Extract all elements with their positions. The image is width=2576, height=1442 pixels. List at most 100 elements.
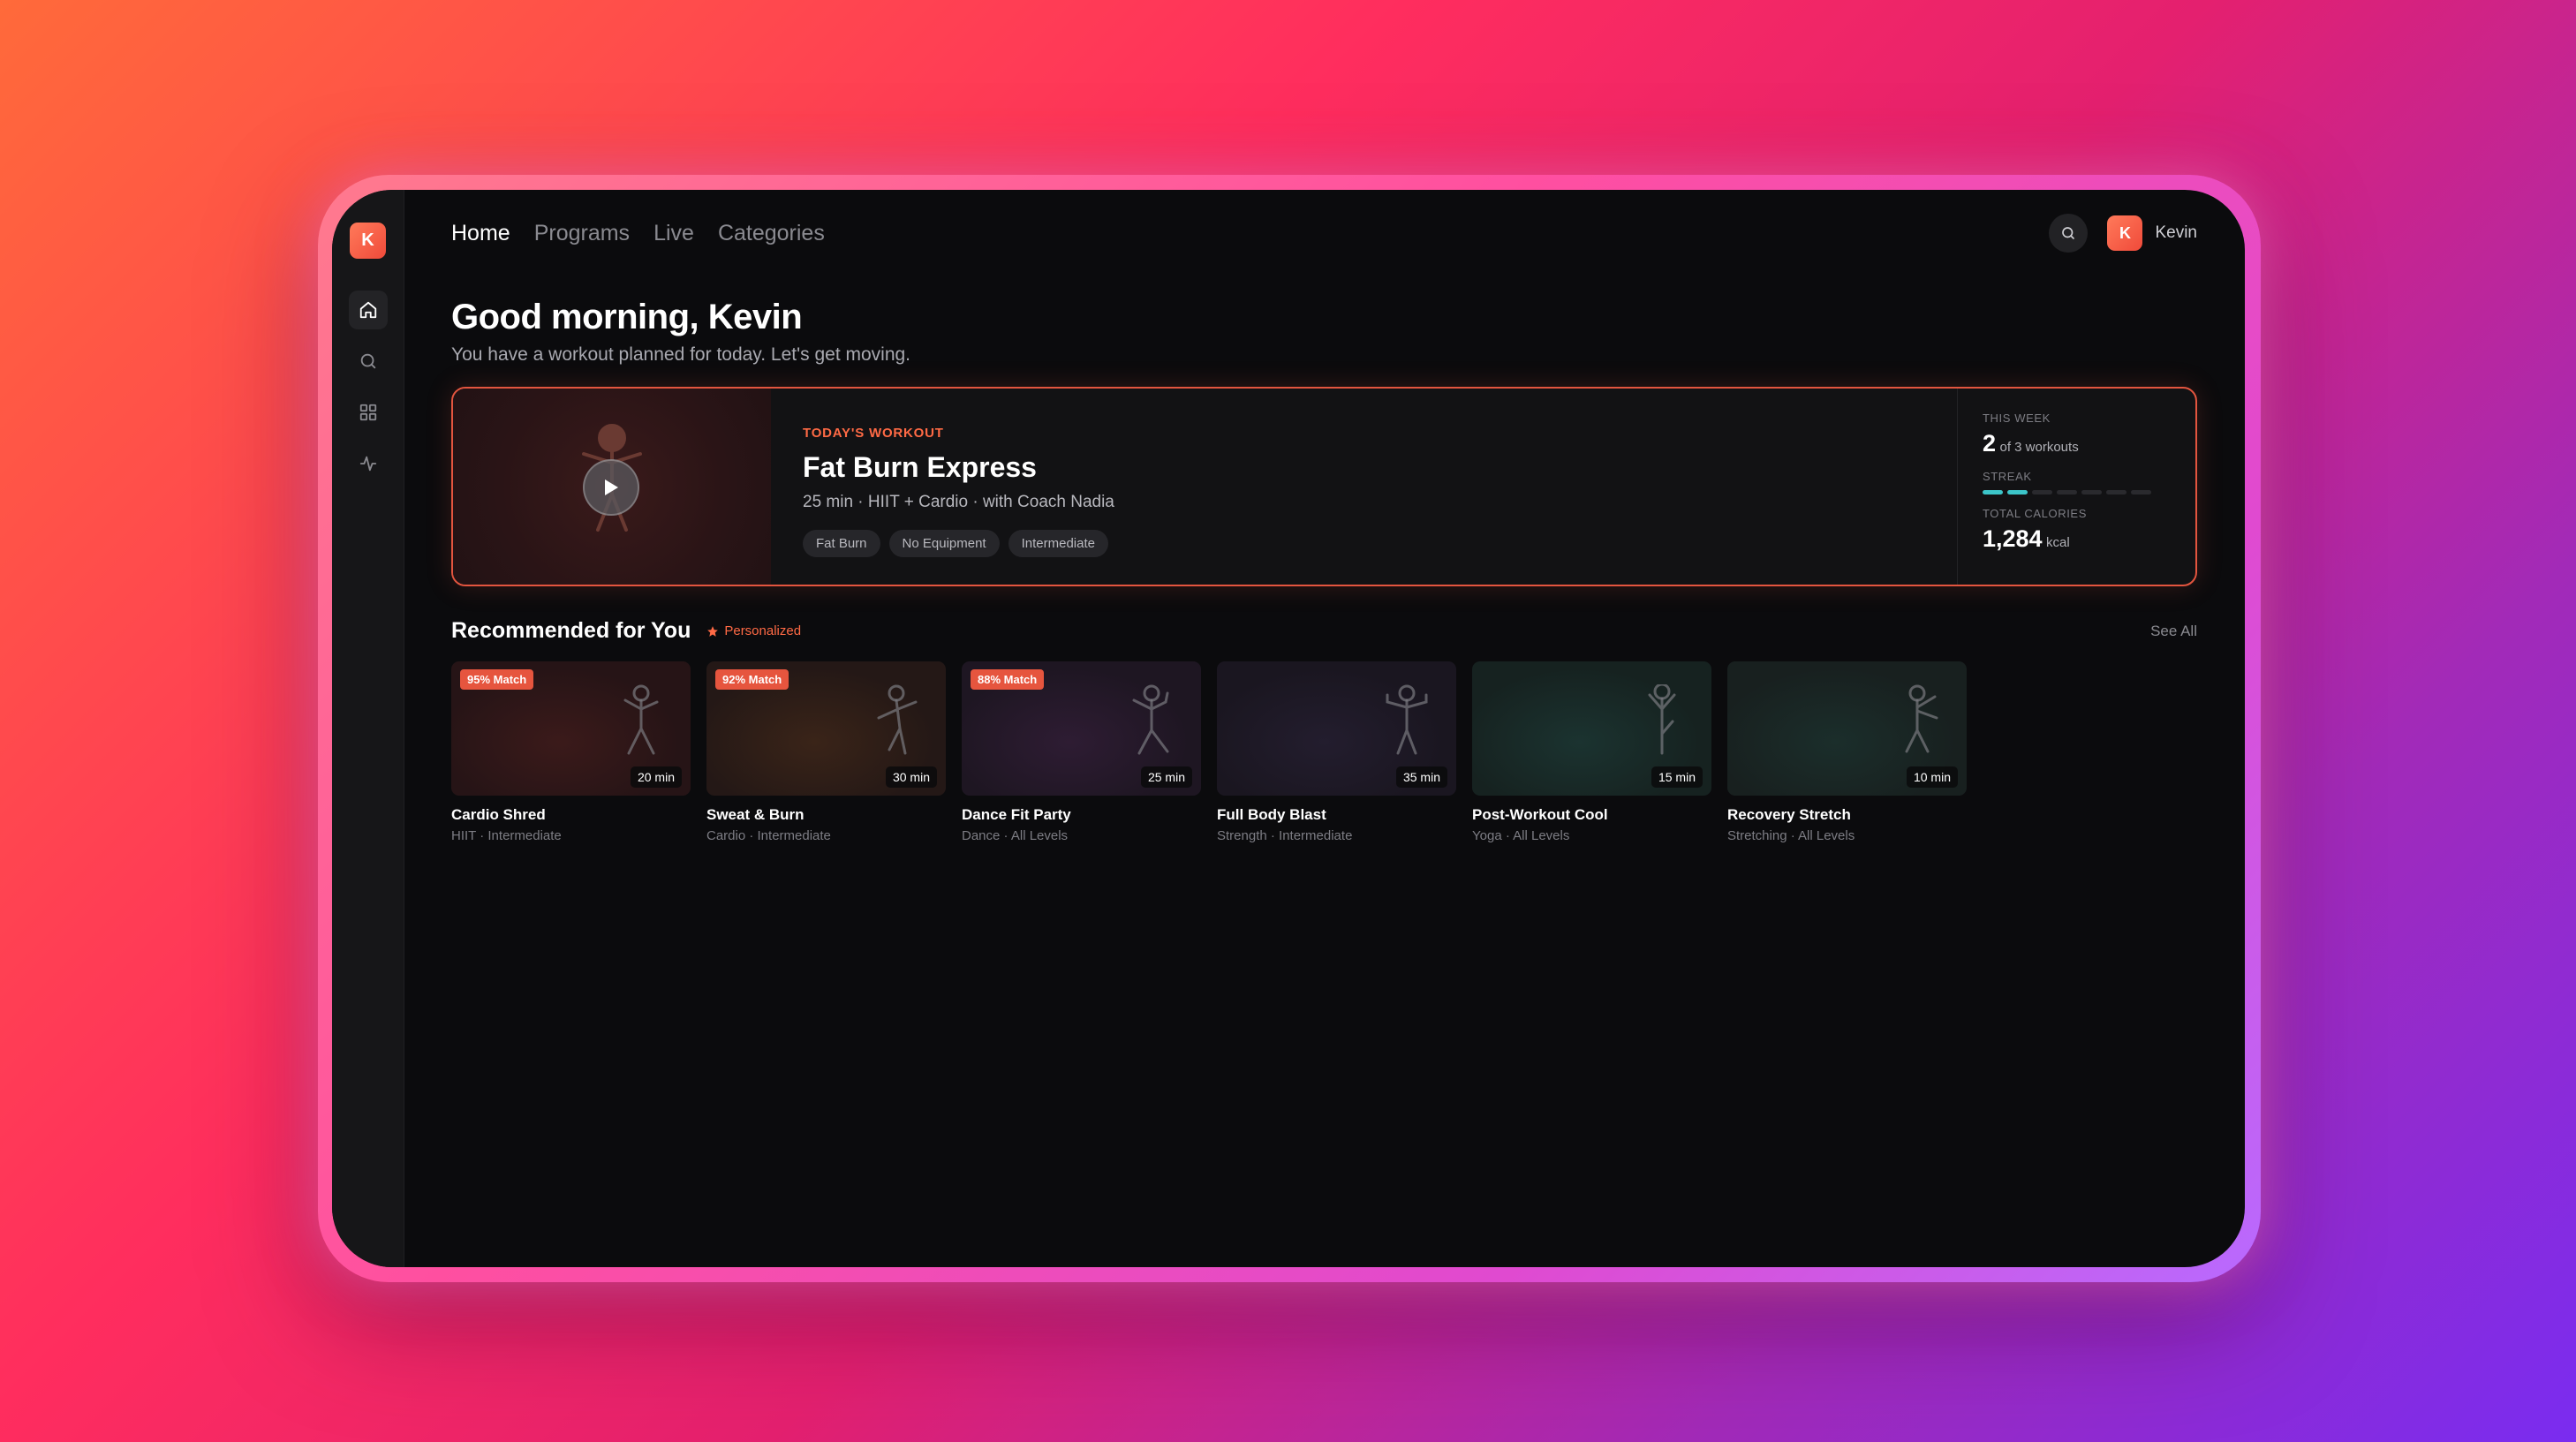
- athlete-figure-icon: [1905, 684, 1938, 753]
- match-badge: 88% Match: [971, 669, 1045, 690]
- user-name: Kevin: [2155, 223, 2197, 242]
- workout-card[interactable]: 15 min Post-Workout Cool Yoga · All Leve…: [1472, 661, 1711, 843]
- card-title: Full Body Blast: [1217, 806, 1326, 823]
- athlete-figure-icon: [1386, 684, 1428, 755]
- sidebar-item-search[interactable]: [349, 342, 388, 381]
- streak-day: [2131, 490, 2151, 495]
- match-badge: 92% Match: [715, 669, 789, 690]
- workout-info: TODAY'S WORKOUT Fat Burn Express 25 min …: [771, 389, 1957, 585]
- search-button[interactable]: [2049, 214, 2089, 253]
- greeting: Good morning, Kevin You have a workout p…: [451, 298, 2197, 366]
- star-icon: [707, 625, 719, 637]
- streak-day: [2007, 490, 2028, 495]
- card-thumbnail: 92% Match 30 min: [706, 661, 946, 796]
- weekly-stats: THIS WEEK 2 of 3 workouts STREAK TOTAL C…: [1957, 389, 2195, 585]
- tab-home[interactable]: Home: [451, 221, 510, 246]
- calories-unit: kcal: [2046, 535, 2070, 550]
- recommended-header: Recommended for You Personalized See All: [451, 618, 2197, 644]
- card-thumbnail: 95% Match 20 min: [451, 661, 691, 796]
- page-title: Good morning, Kevin: [451, 298, 803, 336]
- app-logo[interactable]: K: [350, 223, 386, 259]
- streak-day: [1983, 490, 2003, 495]
- card-title: Cardio Shred: [451, 806, 546, 823]
- duration-badge: 10 min: [1906, 766, 1958, 788]
- card-subtitle: Yoga · All Levels: [1472, 828, 1570, 843]
- sidebar-item-activity[interactable]: [349, 444, 388, 483]
- streak-day: [2081, 490, 2102, 495]
- main-content: Home Programs Live Categories K Kevin Go…: [404, 190, 2245, 1267]
- main-nav: Home Programs Live Categories: [451, 221, 825, 246]
- workout-card[interactable]: 95% Match 20 min Cardio Shred HIIT · Int…: [451, 661, 691, 843]
- personalized-badge: Personalized: [706, 623, 801, 638]
- card-title: Sweat & Burn: [706, 806, 805, 823]
- card-thumbnail: 35 min: [1217, 661, 1456, 796]
- app-window: K Home Programs Live Categories K Kevin …: [332, 190, 2245, 1267]
- sidebar-item-home[interactable]: [348, 291, 388, 329]
- card-title: Dance Fit Party: [962, 806, 1071, 823]
- sidebar: K: [332, 190, 404, 1267]
- tab-live[interactable]: Live: [653, 221, 694, 246]
- streak-day: [2106, 490, 2127, 495]
- streak-day: [2057, 490, 2077, 495]
- top-bar: Home Programs Live Categories K Kevin: [451, 190, 2197, 269]
- athlete-figure-icon: [1648, 684, 1676, 755]
- workout-card[interactable]: 92% Match 30 min Sweat & Burn Cardio · I…: [706, 661, 946, 843]
- card-thumbnail: 88% Match 25 min: [962, 661, 1201, 796]
- card-thumbnail: 15 min: [1472, 661, 1711, 796]
- card-subtitle: Stretching · All Levels: [1727, 828, 1855, 843]
- user-menu[interactable]: K Kevin: [2107, 215, 2197, 251]
- grid-icon: [359, 404, 376, 421]
- athlete-figure-icon: [623, 684, 659, 755]
- card-subtitle: Strength · Intermediate: [1217, 828, 1353, 843]
- page-subtitle: You have a workout planned for today. Le…: [451, 344, 911, 365]
- activity-icon: [359, 456, 376, 472]
- workout-tags: Fat Burn No Equipment Intermediate: [803, 530, 1925, 557]
- card-thumbnail: 10 min: [1727, 661, 1967, 796]
- week-count: 2: [1983, 430, 1997, 457]
- duration-badge: 20 min: [630, 766, 682, 788]
- personalized-label: Personalized: [724, 623, 802, 638]
- duration-badge: 30 min: [885, 766, 937, 788]
- workout-title: Fat Burn Express: [803, 451, 1037, 483]
- athlete-figure-icon: [877, 684, 918, 755]
- workout-label: TODAY'S WORKOUT: [803, 426, 944, 441]
- calories-label: TOTAL CALORIES: [1983, 507, 2087, 520]
- todays-workout-card[interactable]: TODAY'S WORKOUT Fat Burn Express 25 min …: [451, 387, 2197, 586]
- workout-card[interactable]: 88% Match 25 min Dance Fit Party Dance ·…: [962, 661, 1201, 843]
- workout-thumbnail: [453, 389, 771, 585]
- workout-card[interactable]: 35 min Full Body Blast Strength · Interm…: [1217, 661, 1456, 843]
- streak-bar: [1983, 490, 2171, 495]
- workout-card[interactable]: 10 min Recovery Stretch Stretching · All…: [1727, 661, 1967, 843]
- tab-categories[interactable]: Categories: [718, 221, 825, 246]
- card-subtitle: Cardio · Intermediate: [706, 828, 831, 843]
- tag-chip[interactable]: Fat Burn: [803, 530, 880, 557]
- duration-badge: 15 min: [1651, 766, 1703, 788]
- tag-chip[interactable]: No Equipment: [888, 530, 1000, 557]
- sidebar-item-browse[interactable]: [349, 393, 388, 432]
- card-title: Post-Workout Cool: [1472, 806, 1608, 823]
- recommended-cards: 95% Match 20 min Cardio Shred HIIT · Int…: [451, 661, 2197, 843]
- home-icon: [359, 301, 376, 319]
- play-icon: [605, 479, 618, 495]
- streak-day: [2032, 490, 2052, 495]
- match-badge: 95% Match: [460, 669, 534, 690]
- workout-meta: 25 min · HIIT + Cardio · with Coach Nadi…: [803, 493, 1114, 511]
- tab-programs[interactable]: Programs: [534, 221, 630, 246]
- search-icon: [360, 353, 375, 369]
- card-subtitle: Dance · All Levels: [962, 828, 1069, 843]
- card-title: Recovery Stretch: [1727, 806, 1851, 823]
- avatar: K: [2107, 215, 2143, 251]
- see-all-link[interactable]: See All: [2150, 623, 2197, 640]
- week-label: THIS WEEK: [1983, 411, 2051, 425]
- section-title: Recommended for You: [451, 618, 691, 643]
- play-button[interactable]: [583, 459, 639, 516]
- tag-chip[interactable]: Intermediate: [1008, 530, 1108, 557]
- duration-badge: 25 min: [1140, 766, 1192, 788]
- search-icon: [2062, 227, 2075, 239]
- week-suffix: of 3 workouts: [1999, 440, 2079, 455]
- top-right-controls: K Kevin: [2049, 214, 2197, 253]
- card-subtitle: HIIT · Intermediate: [451, 828, 562, 843]
- calories-value: 1,284: [1983, 525, 2043, 552]
- athlete-figure-icon: [1132, 684, 1169, 755]
- streak-label: STREAK: [1983, 470, 2032, 483]
